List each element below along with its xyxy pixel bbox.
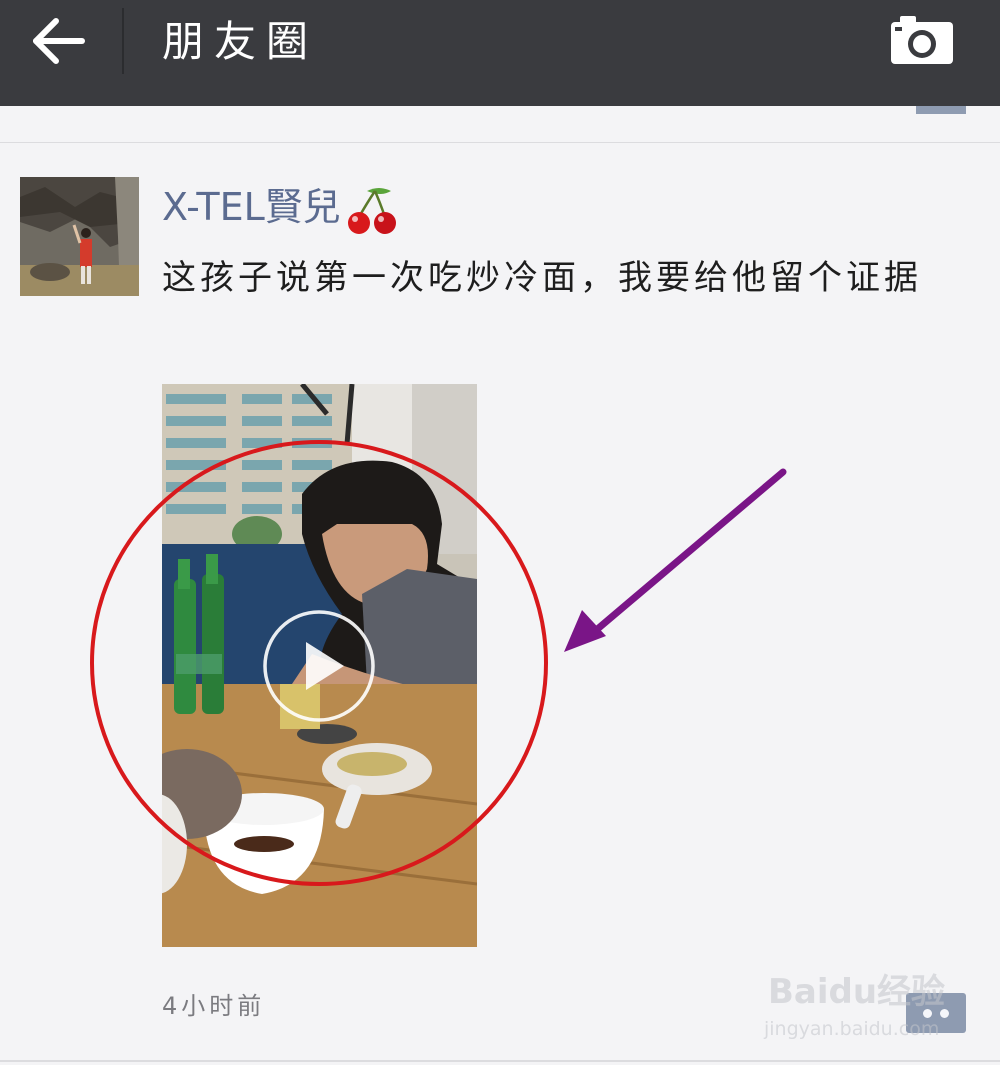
author-name[interactable]: X-TEL賢兒 — [162, 185, 341, 229]
top-navigation-bar: 朋友圈 — [0, 0, 1000, 106]
avatar-image — [20, 177, 139, 296]
play-button[interactable] — [262, 609, 376, 723]
camera-button[interactable] — [886, 12, 958, 70]
avatar[interactable] — [20, 177, 139, 296]
post-text: 这孩子说第一次吃炒冷面，我要给他留个证据 — [162, 258, 922, 298]
watermark: Baidu经验 jingyan.baidu.com — [764, 960, 954, 1050]
camera-icon — [891, 16, 953, 64]
cover-image-edge — [916, 106, 966, 114]
annotation-overlay — [90, 440, 787, 886]
author-name-row[interactable]: X-TEL賢兒 — [162, 182, 401, 237]
nav-separator — [122, 8, 124, 74]
play-icon — [263, 610, 375, 722]
watermark-url: jingyan.baidu.com — [764, 1018, 940, 1040]
divider-bottom — [0, 1060, 1000, 1062]
post-timestamp: 4小时前 — [162, 992, 266, 1020]
page-title: 朋友圈 — [162, 17, 319, 66]
cherry-icon — [347, 187, 396, 234]
divider — [0, 142, 1000, 143]
back-button[interactable] — [24, 10, 94, 72]
annotation-arrow — [564, 468, 787, 652]
arrow-left-icon — [33, 18, 85, 64]
watermark-logo: Baidu经验 — [768, 972, 946, 1012]
